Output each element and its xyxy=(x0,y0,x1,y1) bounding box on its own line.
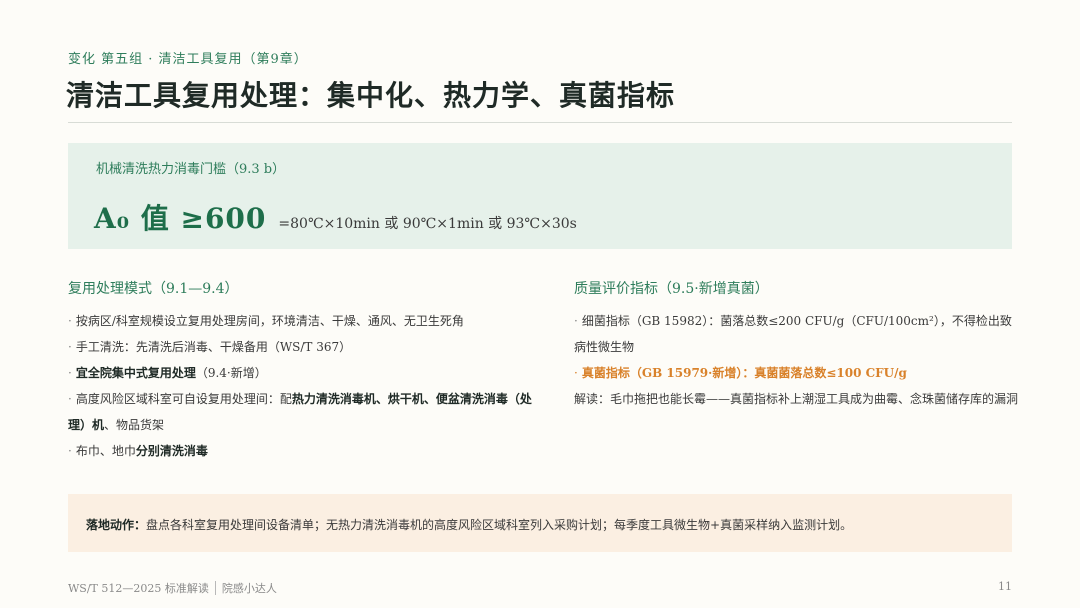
threshold-value-row: A₀ 值 ≥600 =80℃×10min 或 90℃×1min 或 93℃×30… xyxy=(94,197,577,237)
bullet-icon: · xyxy=(68,392,72,406)
page-title: 清洁工具复用处理：集中化、热力学、真菌指标 xyxy=(66,79,676,112)
list-item: · 高度风险区域科室可自设复用处理间：配热力清洗消毒机、烘干机、便盆清洗消毒（处理… xyxy=(68,392,532,432)
quality-index-section: 质量评价指标（9.5·新增真菌） · 细菌指标（GB 15982）：菌落总数≤20… xyxy=(574,278,1020,412)
action-text: 落地动作：盘点各科室复用处理间设备清单；无热力清洗消毒机的高度风险区域科室列入采… xyxy=(86,516,852,533)
list-item: · 按病区/科室规模设立复用处理房间，环境清洁、干燥、通风、无卫生死角 xyxy=(68,314,464,328)
bullet-icon: · xyxy=(68,366,72,380)
bullet-icon: · xyxy=(68,444,72,458)
bullet-icon: · xyxy=(574,366,578,380)
threshold-callout: 机械清洗热力消毒门槛（9.3 b） A₀ 值 ≥600 =80℃×10min 或… xyxy=(68,143,1012,249)
title-divider xyxy=(68,122,1012,123)
reuse-mode-section: 复用处理模式（9.1—9.4） · 按病区/科室规模设立复用处理房间，环境清洁、干… xyxy=(68,278,546,464)
list-item: · 手工清洗：先清洗后消毒、干燥备用（WS/T 367） xyxy=(68,340,352,354)
page-number: 11 xyxy=(998,580,1012,593)
list-item: · 宜全院集中式复用处理（9.4·新增） xyxy=(68,366,267,380)
interpretation-note: 解读：毛巾拖把也能长霉——真菌指标补上潮湿工具成为曲霉、念珠菌储存库的漏洞 xyxy=(574,392,1019,406)
footer: WS/T 512—2025 标准解读 院感小达人 xyxy=(68,580,277,596)
bullet-icon: · xyxy=(68,314,72,328)
action-label: 落地动作： xyxy=(86,518,147,532)
section-kicker: 变化 第五组 · 清洁工具复用（第9章） xyxy=(68,52,308,67)
footer-divider xyxy=(214,581,216,595)
reuse-mode-heading: 复用处理模式（9.1—9.4） xyxy=(68,281,239,297)
action-body: 盘点各科室复用处理间设备清单；无热力清洗消毒机的高度风险区域科室列入采购计划；每… xyxy=(146,518,853,532)
list-item: · 细菌指标（GB 15982）：菌落总数≤200 CFU/g（CFU/100cm… xyxy=(574,314,1012,354)
threshold-value: A₀ 值 ≥600 xyxy=(94,202,267,235)
threshold-label: 机械清洗热力消毒门槛（9.3 b） xyxy=(96,162,286,177)
action-callout: 落地动作：盘点各科室复用处理间设备清单；无热力清洗消毒机的高度风险区域科室列入采… xyxy=(68,494,1012,552)
footer-source: WS/T 512—2025 标准解读 xyxy=(68,582,209,595)
bullet-icon: · xyxy=(68,340,72,354)
bullet-icon: · xyxy=(574,314,578,328)
list-item: · 布巾、地巾分别清洗消毒 xyxy=(68,444,208,458)
quality-index-heading: 质量评价指标（9.5·新增真菌） xyxy=(574,281,769,297)
footer-author: 院感小达人 xyxy=(221,582,277,595)
threshold-detail: =80℃×10min 或 90℃×1min 或 93℃×30s xyxy=(278,216,577,232)
list-item-highlight: · 真菌指标（GB 15979·新增）：真菌菌落总数≤100 CFU/g xyxy=(574,366,907,380)
